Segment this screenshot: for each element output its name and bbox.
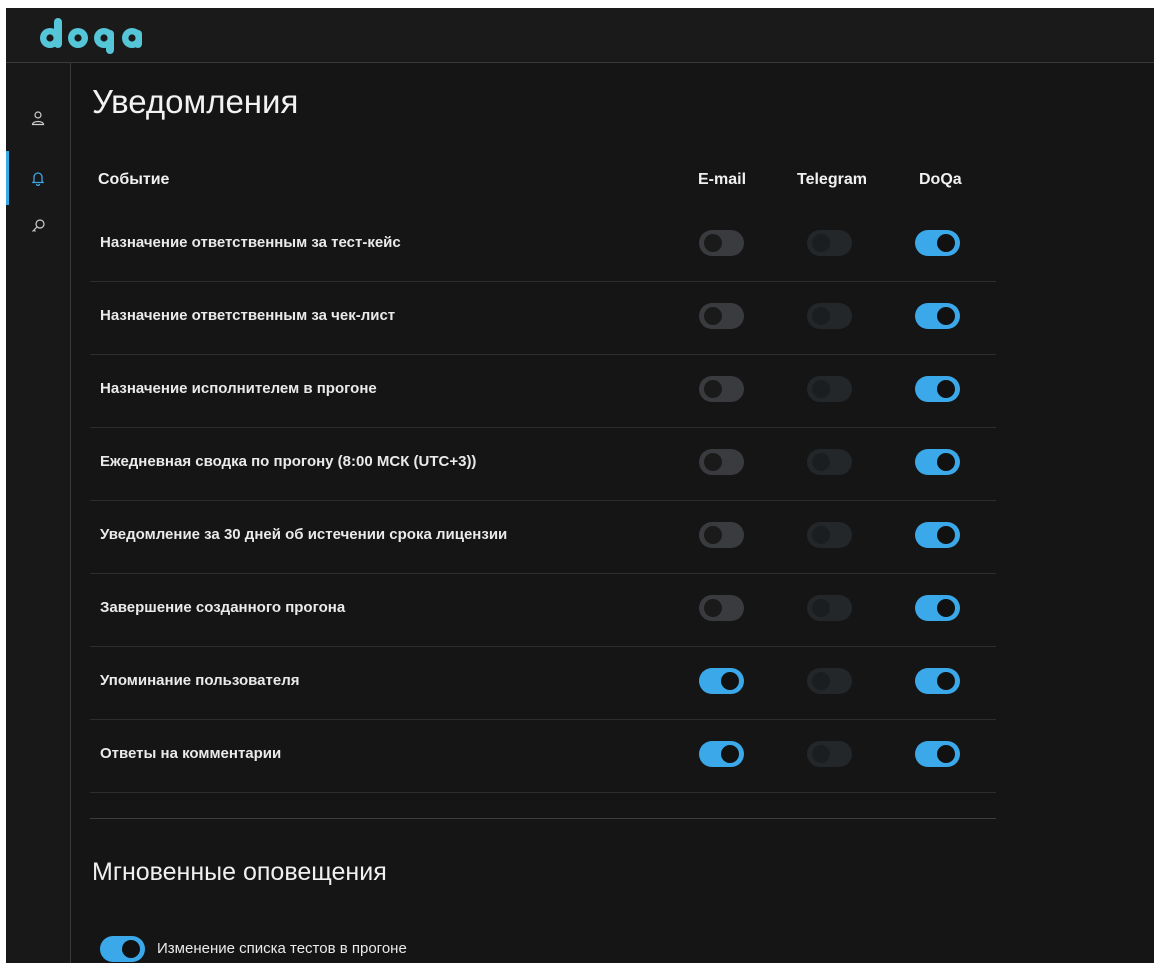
toggle-knob [937,526,955,544]
telegram-toggle [807,668,852,694]
toggle-knob [812,526,830,544]
toggle-knob [721,745,739,763]
table-row: Назначение ответственным за тест-кейс [90,208,996,282]
event-label: Назначение исполнителем в прогоне [100,380,377,397]
event-label: Упоминание пользователя [100,672,300,689]
app-window: Уведомления Событие E-mail Telegram DoQa… [6,8,1154,963]
toggle-knob [812,453,830,471]
telegram-toggle [807,376,852,402]
doqa-toggle[interactable] [915,741,960,767]
table-row: Ответы на комментарии [90,719,996,793]
toggle-knob [937,234,955,252]
top-bar [6,8,1154,63]
toggle-knob [122,940,140,958]
toggle-knob [704,380,722,398]
page-title: Уведомления [92,83,299,120]
instant-alert-label: Изменение списка тестов в прогоне [157,940,407,957]
sidebar-item-profile[interactable] [6,91,70,145]
sidebar-item-keys[interactable] [6,199,70,253]
telegram-toggle [807,741,852,767]
email-toggle[interactable] [699,376,744,402]
event-label: Назначение ответственным за чек-лист [100,307,396,324]
email-toggle[interactable] [699,303,744,329]
toggle-knob [937,307,955,325]
bell-icon [31,172,45,186]
toggle-knob [721,672,739,690]
email-toggle[interactable] [699,595,744,621]
table-row: Уведомление за 30 дней об истечении срок… [90,500,996,574]
toggle-knob [704,453,722,471]
key-icon [32,219,45,232]
toggle-knob [704,599,722,617]
column-header-event: Событие [98,171,170,188]
doqa-toggle[interactable] [915,376,960,402]
telegram-toggle [807,595,852,621]
user-icon [31,111,45,126]
event-label: Ответы на комментарии [100,745,282,762]
email-toggle[interactable] [699,522,744,548]
toggle-knob [937,672,955,690]
toggle-knob [812,307,830,325]
telegram-toggle [807,522,852,548]
toggle-knob [937,599,955,617]
toggle-knob [704,234,722,252]
toggle-knob [937,745,955,763]
toggle-knob [812,380,830,398]
email-toggle[interactable] [699,741,744,767]
doqa-toggle[interactable] [915,230,960,256]
table-row: Назначение исполнителем в прогоне [90,354,996,428]
doqa-toggle[interactable] [915,522,960,548]
doqa-toggle[interactable] [915,595,960,621]
telegram-toggle [807,449,852,475]
event-label: Завершение созданного прогона [100,599,346,616]
toggle-knob [937,380,955,398]
doqa-toggle[interactable] [915,303,960,329]
toggle-knob [704,307,722,325]
toggle-knob [704,526,722,544]
sidebar-item-notifications[interactable] [6,151,70,205]
instant-alert-row: Изменение списка тестов в прогоне [90,933,996,963]
telegram-toggle [807,230,852,256]
table-row: Завершение созданного прогона [90,573,996,647]
email-toggle[interactable] [699,230,744,256]
telegram-toggle [807,303,852,329]
instant-alert-toggle[interactable] [100,936,145,962]
column-header-doqa: DoQa [919,171,962,188]
sidebar [6,63,71,963]
column-header-email: E-mail [698,171,747,188]
doqa-toggle[interactable] [915,668,960,694]
doqa-logo[interactable] [38,14,166,56]
table-row: Ежедневная сводка по прогону (8:00 МСК (… [90,427,996,501]
doqa-toggle[interactable] [915,449,960,475]
email-toggle[interactable] [699,449,744,475]
event-label: Назначение ответственным за тест-кейс [100,234,401,251]
email-toggle[interactable] [699,668,744,694]
event-label: Ежедневная сводка по прогону (8:00 МСК (… [100,453,477,470]
toggle-knob [812,672,830,690]
table-row: Назначение ответственным за чек-лист [90,281,996,355]
toggle-knob [812,234,830,252]
column-header-telegram: Telegram [797,171,867,188]
table-row: Упоминание пользователя [90,646,996,720]
toggle-knob [812,599,830,617]
instant-alerts-title: Мгновенные оповещения [92,858,387,886]
event-label: Уведомление за 30 дней об истечении срок… [100,526,508,543]
section-divider [90,818,996,819]
toggle-knob [937,453,955,471]
toggle-knob [812,745,830,763]
